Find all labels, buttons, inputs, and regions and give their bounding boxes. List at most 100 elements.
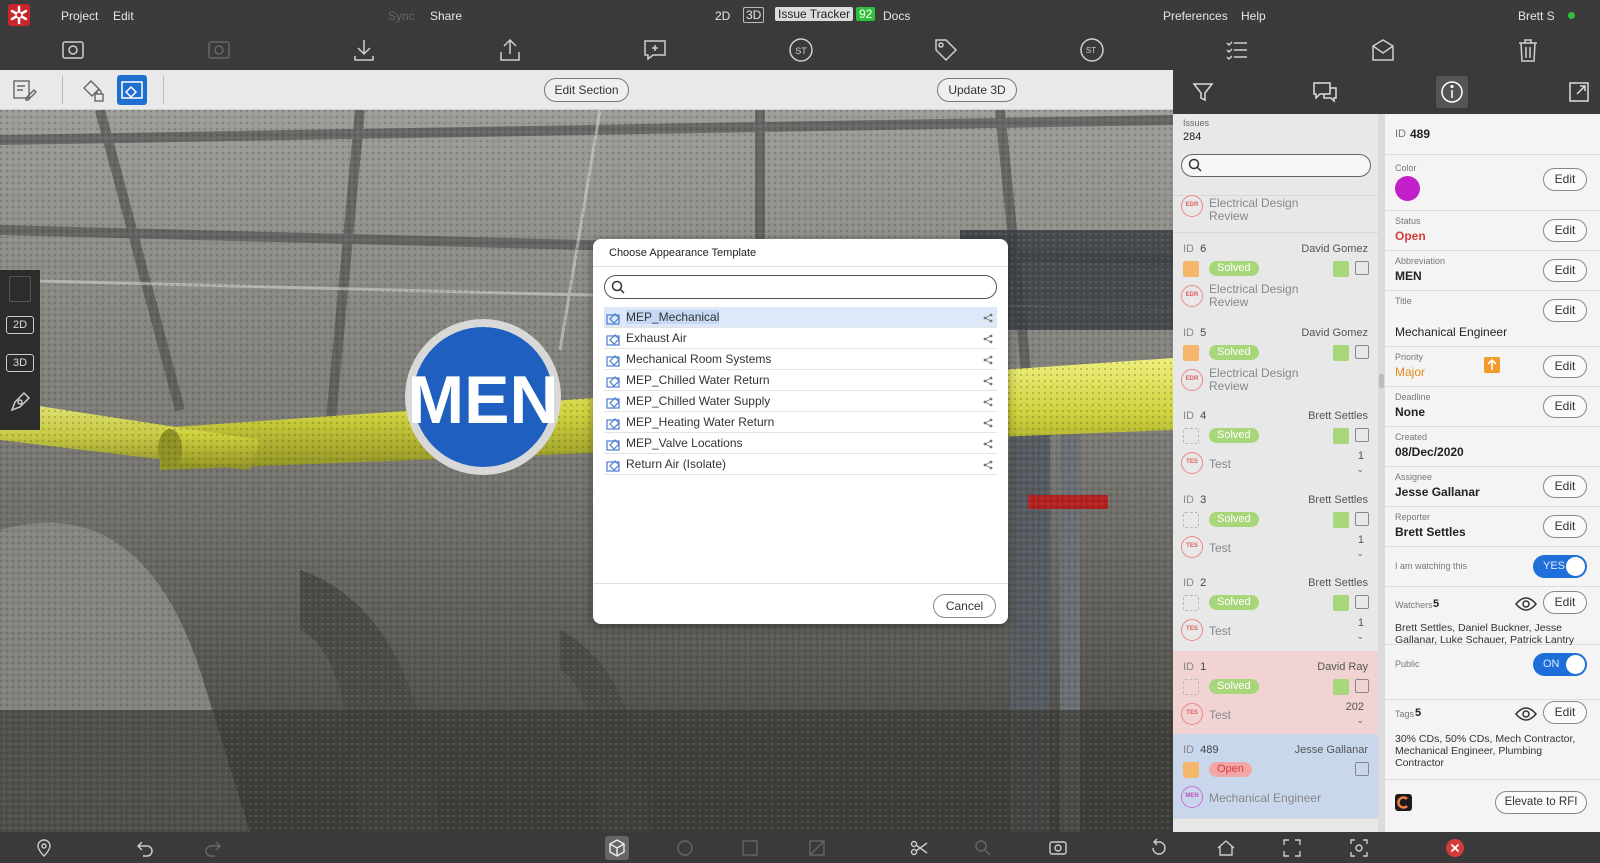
edit-appearance-icon[interactable]	[12, 78, 38, 102]
issue-card[interactable]: ID 5 David Gomez Solved EDR Electrical Desig…	[1173, 316, 1378, 402]
comments-icon[interactable]	[1311, 80, 1339, 104]
trash-icon[interactable]	[1514, 36, 1542, 64]
snapshot-icon[interactable]	[1355, 428, 1369, 442]
template-list-item[interactable]: MEP_Chilled Water Supply	[604, 391, 997, 412]
app-logo-icon[interactable]	[8, 4, 30, 26]
undo-icon[interactable]	[135, 838, 155, 858]
template-list-item[interactable]: Mechanical Room Systems	[604, 349, 997, 370]
update-3d-button[interactable]: Update 3D	[937, 78, 1017, 102]
home-icon[interactable]	[1216, 838, 1236, 858]
sync-file-icon[interactable]	[59, 36, 87, 64]
add-issue-icon[interactable]	[641, 36, 669, 64]
template-list-item[interactable]: MEP_Mechanical	[604, 307, 997, 328]
view-2d-button[interactable]: 2D	[6, 316, 34, 334]
template-search-input[interactable]	[604, 275, 997, 299]
menu-project[interactable]: Project	[61, 9, 98, 23]
edit-status-button[interactable]: Edit	[1543, 219, 1587, 242]
rotate-icon[interactable]	[1149, 838, 1169, 858]
edit-priority-button[interactable]: Edit	[1543, 355, 1587, 378]
pen-tool-icon[interactable]	[8, 390, 32, 414]
download-icon[interactable]	[350, 36, 378, 64]
chevron-down-icon[interactable]: ⌄	[1356, 715, 1364, 726]
paint-bucket-lock-icon[interactable]	[80, 78, 106, 104]
upload-icon[interactable]	[496, 36, 524, 64]
edit-tags-button[interactable]: Edit	[1543, 701, 1587, 724]
close-icon[interactable]	[1445, 838, 1465, 858]
menu-help[interactable]: Help	[1241, 9, 1266, 23]
share-icon[interactable]	[983, 439, 993, 449]
issue-card[interactable]: ID 1 David Ray Solved TES Test 202 ⌄	[1173, 650, 1378, 736]
view-option-icon	[677, 840, 693, 856]
tag-icon[interactable]	[932, 36, 960, 64]
scissors-icon[interactable]	[909, 838, 929, 858]
share-icon[interactable]	[983, 355, 993, 365]
share-icon[interactable]	[983, 460, 993, 470]
location-pin-icon[interactable]	[34, 838, 54, 858]
snapshot-icon[interactable]	[1355, 344, 1369, 359]
edit-title-button[interactable]: Edit	[1543, 299, 1587, 322]
public-toggle[interactable]: ON	[1533, 653, 1587, 676]
watching-toggle[interactable]: YES	[1533, 555, 1587, 578]
snapshot-icon[interactable]	[1355, 678, 1369, 693]
edit-abbreviation-button[interactable]: Edit	[1543, 259, 1587, 282]
menu-docs[interactable]: Docs	[883, 9, 910, 23]
screenshot-icon[interactable]	[1349, 838, 1369, 858]
issues-scrollbar[interactable]	[1378, 114, 1385, 832]
menu-share[interactable]: Share	[430, 9, 462, 23]
mode-2d-button[interactable]: 2D	[715, 9, 730, 23]
filter-icon[interactable]	[1191, 80, 1215, 104]
eye-view-icon[interactable]	[1048, 838, 1068, 858]
user-name[interactable]: Brett S	[1518, 9, 1555, 23]
template-list-item[interactable]: MEP_Heating Water Return	[604, 412, 997, 433]
cancel-button[interactable]: Cancel	[933, 594, 996, 618]
st-settings-icon[interactable]: ST	[1078, 36, 1106, 64]
inbox-icon[interactable]	[1369, 36, 1397, 64]
elevate-to-rfi-button[interactable]: Elevate to RFI	[1495, 791, 1587, 814]
share-icon[interactable]	[983, 313, 993, 323]
snapshot-icon[interactable]	[1355, 261, 1369, 275]
st-icon[interactable]: ST	[787, 36, 815, 64]
template-list-item[interactable]: MEP_Chilled Water Return	[604, 370, 997, 391]
issue-card[interactable]: ID 3 Brett Settles Solved TES Test 1 ⌄	[1173, 483, 1378, 569]
template-list-item[interactable]: MEP_Valve Locations	[604, 433, 997, 454]
chevron-down-icon[interactable]: ⌄	[1356, 548, 1364, 559]
template-list-item[interactable]: Exhaust Air	[604, 328, 997, 349]
share-icon[interactable]	[983, 397, 993, 407]
edit-deadline-button[interactable]: Edit	[1543, 395, 1587, 418]
men-marker-label[interactable]: MEN	[407, 362, 558, 438]
issue-card[interactable]: ID 6 David Gomez Solved EDR Electrical Desig…	[1173, 233, 1378, 318]
snapshot-icon[interactable]	[1355, 762, 1369, 776]
share-icon[interactable]	[983, 334, 993, 344]
edit-watchers-button[interactable]: Edit	[1543, 591, 1587, 614]
expand-icon[interactable]	[1567, 80, 1591, 104]
edit-reporter-button[interactable]: Edit	[1543, 515, 1587, 538]
snapshot-icon[interactable]	[1355, 511, 1369, 526]
template-list-item[interactable]: Return Air (Isolate)	[604, 454, 997, 475]
document-icon[interactable]	[9, 276, 31, 302]
chevron-down-icon[interactable]: ⌄	[1356, 464, 1364, 475]
appearance-template-button[interactable]	[117, 75, 147, 105]
menu-edit[interactable]: Edit	[113, 9, 134, 23]
issue-card[interactable]: ID 2 Brett Settles Solved TES Test 1 ⌄	[1173, 567, 1378, 652]
edit-color-button[interactable]: Edit	[1543, 168, 1587, 191]
issue-card[interactable]: ID 4 Brett Settles Solved TES Test 1 ⌄	[1173, 400, 1378, 485]
issue-tracker-button[interactable]: Issue Tracker	[775, 7, 854, 21]
issue-card[interactable]: ID 489 Jesse Gallanar Open MEN Mechanical En…	[1173, 734, 1378, 819]
edit-section-button[interactable]: Edit Section	[544, 78, 629, 102]
mode-3d-button[interactable]: 3D	[743, 7, 765, 23]
menu-preferences[interactable]: Preferences	[1163, 9, 1228, 23]
edit-assignee-button[interactable]: Edit	[1543, 475, 1587, 498]
issue-card-partial[interactable]	[1173, 114, 1378, 196]
view-3d-button[interactable]: 3D	[6, 354, 34, 372]
share-icon[interactable]	[983, 376, 993, 386]
checklist-icon[interactable]	[1223, 36, 1251, 64]
share-icon[interactable]	[983, 418, 993, 428]
view-cube-button[interactable]	[605, 836, 629, 860]
info-tab[interactable]	[1436, 76, 1468, 108]
eye-icon[interactable]	[1515, 706, 1537, 722]
snapshot-icon[interactable]	[1355, 595, 1369, 609]
chevron-down-icon[interactable]: ⌄	[1356, 631, 1364, 642]
eye-icon[interactable]	[1515, 596, 1537, 612]
fullscreen-icon[interactable]	[1282, 838, 1302, 858]
status-badge: Solved	[1209, 261, 1259, 276]
